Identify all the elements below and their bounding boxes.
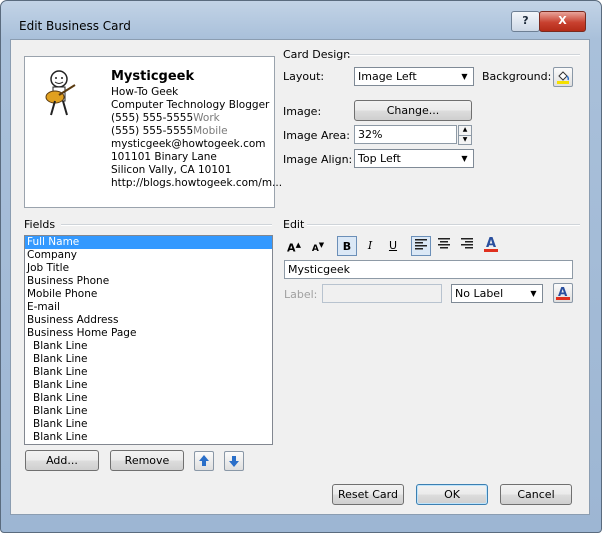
grow-font-icon[interactable]: A▲ (284, 236, 304, 256)
card-preview: Mysticgeek How-To Geek Computer Technolog… (24, 56, 282, 208)
preview-line-text: Silicon Vally, CA 10101 (111, 164, 232, 176)
edit-header: Edit (283, 218, 305, 231)
preview-line: How-To Geek (111, 86, 178, 98)
background-label: Background: (482, 70, 552, 83)
spin-down-icon[interactable]: ▼ (458, 136, 472, 145)
window-title: Edit Business Card (19, 19, 131, 33)
dialog-client-area: Mysticgeek How-To Geek Computer Technolog… (10, 39, 590, 515)
preview-line-label: Work (193, 112, 220, 124)
spin-up-icon[interactable]: ▲ (458, 125, 472, 136)
cancel-button[interactable]: Cancel (500, 484, 572, 505)
list-item[interactable]: Company (25, 249, 272, 262)
ok-button[interactable]: OK (416, 484, 488, 505)
reset-card-button[interactable]: Reset Card (332, 484, 404, 505)
list-item[interactable]: Blank Line (25, 379, 272, 392)
list-item[interactable]: Blank Line (25, 392, 272, 405)
preview-line-text: http://blogs.howtogeek.com/m... (111, 177, 283, 189)
list-item[interactable]: Blank Line (25, 405, 272, 418)
change-image-button[interactable]: Change... (354, 100, 472, 121)
arrow-down-icon (229, 456, 239, 467)
field-label-input[interactable] (322, 284, 442, 303)
list-item[interactable]: Blank Line (25, 418, 272, 431)
field-label-label: Label: (284, 288, 318, 301)
underline-icon[interactable]: U (383, 236, 403, 256)
help-button[interactable]: ? (511, 11, 540, 32)
list-item[interactable]: Job Title (25, 262, 272, 275)
preview-line: (555) 555-5555Work (111, 112, 220, 124)
label-position-dropdown[interactable]: No Label ▼ (451, 284, 543, 303)
image-align-label: Image Align: (283, 153, 353, 166)
list-item[interactable]: Business Home Page (25, 327, 272, 340)
align-center-icon[interactable] (434, 236, 454, 256)
card-design-divider (348, 54, 580, 56)
list-item[interactable]: Blank Line (25, 366, 272, 379)
image-area-spinner[interactable]: ▲ ▼ (458, 125, 472, 145)
preview-line-text: (555) 555-5555 (111, 112, 194, 124)
label-position-value: No Label (455, 287, 504, 300)
fields-header: Fields (24, 218, 56, 231)
preview-line-text: 101101 Binary Lane (111, 151, 217, 163)
title-bar[interactable]: Edit Business Card ? X (1, 1, 601, 37)
arrow-up-icon (199, 455, 209, 466)
align-left-icon[interactable] (411, 236, 431, 256)
preview-line: http://blogs.howtogeek.com/m... (111, 177, 282, 189)
font-color-icon: A (556, 285, 570, 300)
preview-line: Silicon Vally, CA 10101 (111, 164, 231, 176)
list-item[interactable]: E-mail (25, 301, 272, 314)
shrink-font-icon[interactable]: A▼ (308, 236, 328, 256)
list-item[interactable]: Business Phone (25, 275, 272, 288)
chevron-down-icon: ▼ (530, 289, 537, 298)
fields-list[interactable]: Full Name Company Job Title Business Phone M… (24, 235, 273, 445)
background-color-button[interactable] (553, 67, 573, 87)
align-right-icon[interactable] (457, 236, 477, 256)
chevron-down-icon: ▼ (461, 72, 468, 81)
svg-text:A: A (558, 285, 568, 299)
label-font-color-button[interactable]: A (553, 283, 573, 303)
image-align-dropdown[interactable]: Top Left ▼ (354, 149, 474, 168)
svg-text:A: A (486, 236, 496, 251)
image-align-value: Top Left (358, 152, 401, 165)
list-item[interactable]: Blank Line (25, 340, 272, 353)
italic-icon[interactable]: I (360, 236, 380, 256)
preview-line-text: mysticgeek@howtogeek.com (111, 138, 266, 150)
image-area-input[interactable]: 32% (354, 125, 457, 144)
fields-divider (61, 224, 272, 226)
card-design-header: Card Design (283, 48, 351, 61)
edit-divider (307, 224, 580, 226)
preview-line-label: Mobile (193, 125, 228, 137)
chevron-down-icon: ▼ (461, 154, 468, 163)
list-item[interactable]: Full Name (25, 236, 272, 249)
move-down-button[interactable] (224, 451, 244, 471)
layout-value: Image Left (358, 70, 417, 83)
field-text-input[interactable]: Mysticgeek (284, 260, 573, 279)
add-field-button[interactable]: Add... (25, 450, 99, 471)
list-item[interactable]: Business Address (25, 314, 272, 327)
bold-icon[interactable]: B (337, 236, 357, 256)
preview-line: (555) 555-5555Mobile (111, 125, 228, 137)
dialog-window: Edit Business Card ? X Mysticgeek How-To… (0, 0, 602, 533)
list-item[interactable]: Mobile Phone (25, 288, 272, 301)
preview-line: 101101 Binary Lane (111, 151, 217, 163)
preview-name: Mysticgeek (111, 69, 195, 84)
image-area-label: Image Area: (283, 129, 350, 142)
remove-field-button[interactable]: Remove (110, 450, 184, 471)
list-item[interactable]: Blank Line (25, 353, 272, 366)
layout-label: Layout: (283, 70, 325, 83)
guitar-avatar-icon (45, 70, 76, 116)
layout-dropdown[interactable]: Image Left ▼ (354, 67, 474, 86)
close-button[interactable]: X (539, 11, 586, 32)
fields-list-items: Full Name Company Job Title Business Phone M… (25, 236, 272, 444)
preview-line: mysticgeek@howtogeek.com (111, 138, 266, 150)
move-up-button[interactable] (194, 451, 214, 471)
preview-line-text: How-To Geek (111, 86, 179, 98)
list-item[interactable]: Blank Line (25, 431, 272, 444)
preview-line-text: (555) 555-5555 (111, 125, 194, 137)
font-color-icon[interactable]: A (481, 235, 501, 255)
preview-line-text: Computer Technology Blogger (111, 99, 270, 111)
image-label: Image: (283, 105, 322, 118)
paint-bucket-icon (557, 71, 570, 84)
preview-line: Computer Technology Blogger (111, 99, 269, 111)
